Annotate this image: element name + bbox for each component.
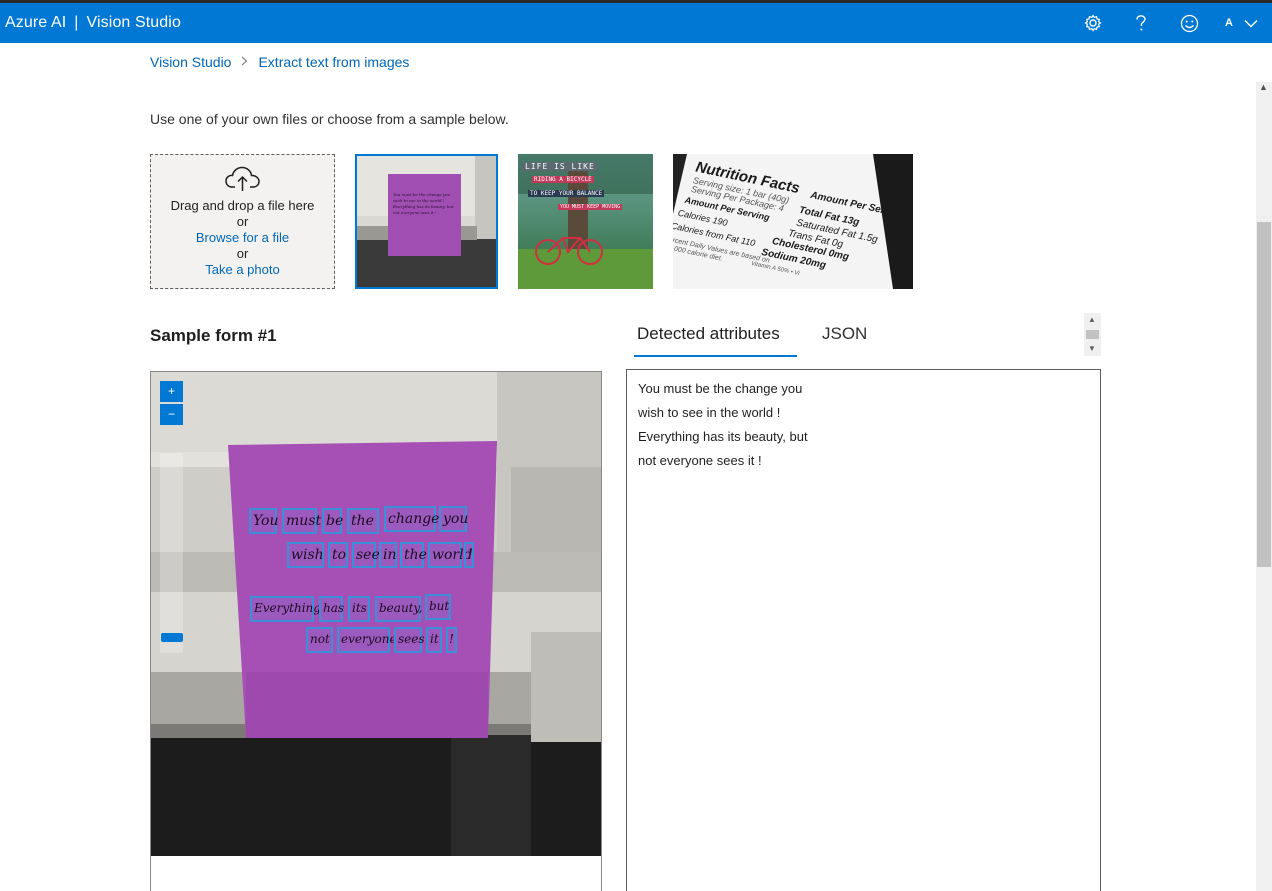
word-box[interactable]: you [439, 506, 468, 532]
sample-1-note-text: You must be the change you wish to see i… [393, 192, 454, 215]
top-bar: Azure AI | Vision Studio A [0, 0, 1272, 43]
sample-2-text-4: YOU MUST KEEP MOVING [558, 204, 623, 210]
scroll-up-icon[interactable]: ▲ [1088, 315, 1096, 324]
tabs-scrollbar[interactable]: ▲ ▼ [1084, 313, 1101, 356]
breadcrumb: Vision Studio Extract text from images [150, 54, 409, 70]
tab-json[interactable]: JSON [822, 324, 867, 344]
word-box[interactable]: it [426, 627, 442, 653]
result-line: You must be the change you [638, 381, 803, 396]
page-scrollbar[interactable]: ▲ [1256, 82, 1272, 891]
plus-icon[interactable]: + [160, 381, 183, 402]
word-box[interactable]: world [428, 542, 473, 568]
word-box[interactable]: ! [464, 542, 474, 568]
or-text-2: or [236, 246, 249, 261]
page-scrollbar-thumb[interactable] [1257, 222, 1271, 567]
word-box[interactable]: must [282, 508, 321, 534]
word-box[interactable]: has [319, 596, 344, 622]
word-box[interactable]: its [348, 596, 370, 622]
sample-2-text-3: TO KEEP YOUR BALANCE [528, 190, 605, 197]
sample-thumbnail-1[interactable]: You must be the change you wish to see i… [355, 154, 498, 289]
sample-2-image [518, 154, 653, 289]
zoom-slider-handle[interactable] [161, 633, 183, 642]
question-icon[interactable] [1130, 12, 1152, 34]
sample-2-text-2: RIDING A BICYCLE [532, 176, 594, 183]
brand-name: Azure AI [5, 14, 67, 31]
word-box[interactable]: beauty, [375, 596, 423, 622]
result-line: Everything has its beauty, but [638, 429, 808, 444]
image-viewer[interactable]: You must be the change you wish to see i… [150, 371, 602, 891]
minus-icon[interactable]: − [160, 404, 183, 425]
word-box[interactable]: sees [394, 627, 425, 653]
product-name: Vision Studio [86, 14, 181, 31]
account-avatar[interactable]: A [1218, 12, 1240, 34]
detected-attributes-panel: You must be the change you wish to see i… [626, 369, 1101, 891]
tab-detected-attributes[interactable]: Detected attributes [637, 324, 780, 344]
word-box[interactable]: see [352, 542, 380, 568]
or-text-1: or [236, 214, 249, 229]
scroll-up-icon[interactable]: ▲ [1259, 82, 1268, 92]
chevron-right-icon [241, 55, 248, 69]
browse-file-link[interactable]: Browse for a file [151, 230, 334, 246]
gear-icon[interactable] [1082, 12, 1104, 34]
sample-2-text-1: LIFE IS LIKE [522, 162, 598, 171]
upload-dropzone[interactable]: Drag and drop a file here or Browse for … [150, 154, 335, 289]
word-box[interactable]: everyone [337, 627, 397, 653]
sample-thumbnail-3[interactable]: Nutrition Facts Serving size: 1 bar (40g… [673, 154, 913, 289]
scroll-down-icon[interactable]: ▼ [1088, 344, 1096, 353]
word-box[interactable]: to [328, 542, 348, 568]
result-line: wish to see in the world ! [638, 405, 781, 420]
sample-title: Sample form #1 [150, 326, 277, 345]
sample-thumbnail-2[interactable]: LIFE IS LIKE RIDING A BICYCLE TO KEEP YO… [518, 154, 653, 289]
zoom-slider-track[interactable] [160, 453, 183, 653]
brand[interactable]: Azure AI | Vision Studio [5, 14, 181, 32]
brand-separator: | [74, 14, 79, 31]
drag-drop-text: Drag and drop a file here [170, 198, 315, 213]
word-box[interactable]: Everything [250, 596, 321, 622]
result-line: not everyone sees it ! [638, 453, 762, 468]
chevron-down-icon[interactable] [1240, 12, 1262, 34]
breadcrumb-vision-studio[interactable]: Vision Studio [150, 54, 231, 70]
take-photo-link[interactable]: Take a photo [151, 262, 334, 278]
smiley-icon[interactable] [1178, 12, 1200, 34]
word-box[interactable]: change [384, 506, 439, 532]
word-box[interactable]: the [347, 508, 379, 534]
active-tab-indicator [634, 355, 797, 357]
word-box[interactable]: but [425, 594, 451, 620]
word-box[interactable]: ! [446, 627, 457, 653]
word-box[interactable]: be [322, 508, 343, 534]
word-box[interactable]: the [400, 542, 427, 568]
word-box[interactable]: not [306, 627, 333, 653]
word-box[interactable]: in [379, 542, 397, 568]
breadcrumb-extract-text[interactable]: Extract text from images [258, 54, 409, 70]
intro-text: Use one of your own files or choose from… [150, 111, 509, 127]
cloud-upload-icon [224, 165, 262, 196]
word-box[interactable]: wish [287, 542, 324, 568]
word-box[interactable]: You [249, 508, 278, 534]
tabs-scrollbar-thumb[interactable] [1086, 330, 1099, 339]
sample-1-image [357, 156, 496, 287]
